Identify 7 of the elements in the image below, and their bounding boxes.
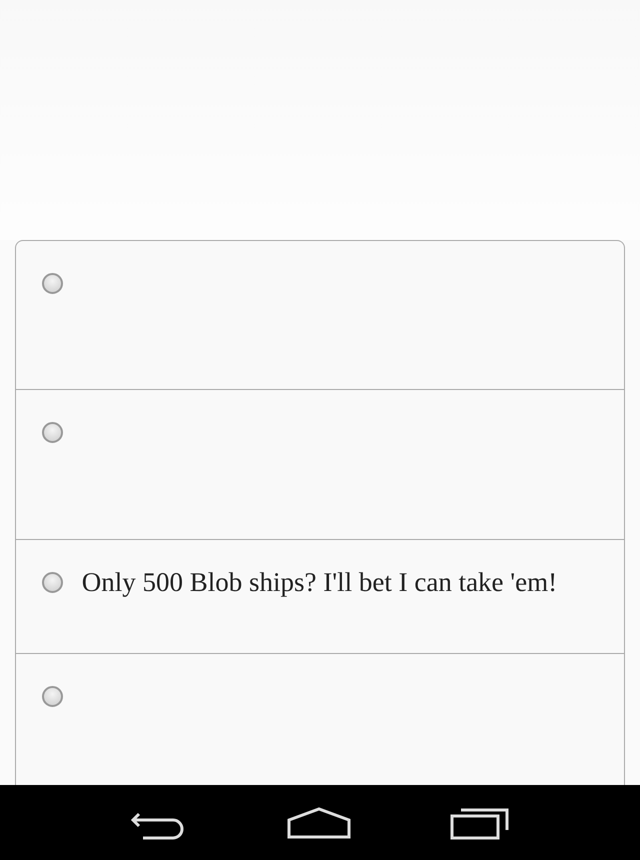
home-icon[interactable] — [286, 806, 352, 840]
radio-button[interactable] — [42, 422, 63, 444]
recent-apps-icon[interactable] — [449, 806, 512, 840]
radio-button[interactable] — [42, 686, 63, 708]
radio-button[interactable] — [42, 273, 63, 294]
radio-button[interactable] — [42, 572, 63, 594]
option-label: Only 500 Blob ships? I'll bet I can take 'em! — [82, 567, 558, 597]
